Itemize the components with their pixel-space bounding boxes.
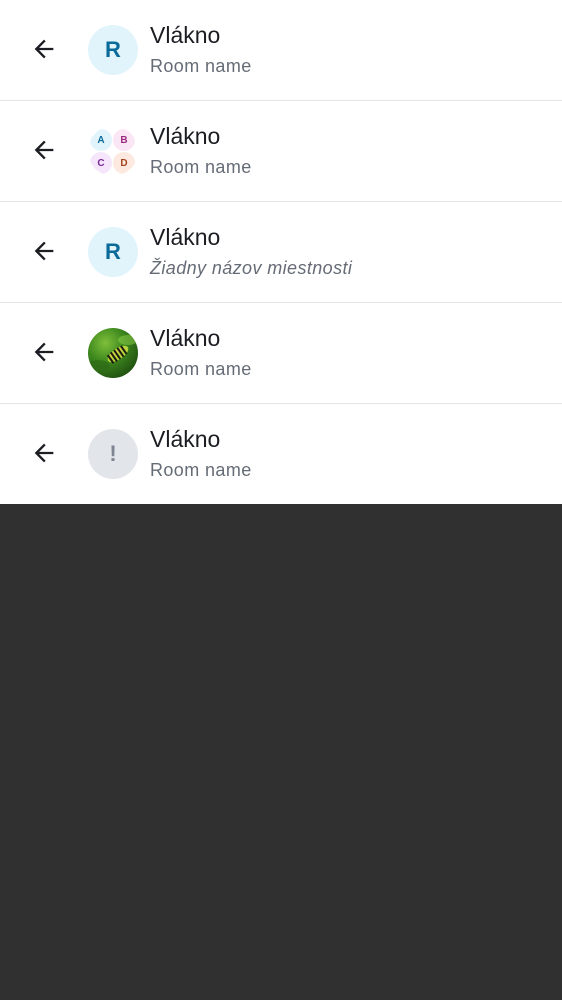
back-button[interactable] [26,435,62,471]
thread-header-row: ! Vlákno Room name [0,404,562,504]
room-name: Room name [150,359,252,379]
thread-title: Vlákno [150,224,221,250]
thread-title: Vlákno [150,22,221,48]
room-avatar-cluster: A B C D [88,126,138,176]
thread-header-list: R Vlákno Room name A B C D Vlákno Room n… [0,0,562,504]
empty-background [0,504,562,1000]
thread-header-row: A B C D Vlákno Room name [0,101,562,202]
arrow-left-icon [34,241,54,261]
avatar-letter: R [105,239,121,264]
room-avatar-image [88,328,138,378]
back-button[interactable] [26,132,62,168]
back-button[interactable] [26,334,62,370]
room-name: Room name [150,56,252,76]
cluster-avatar-a: A [90,129,112,151]
room-avatar: R [88,227,138,277]
cluster-avatar-b: B [113,129,135,151]
cluster-avatar-c: C [90,152,112,174]
thread-header-row: R Vlákno Room name [0,0,562,101]
thread-title: Vlákno [150,426,221,452]
room-name: Room name [150,460,252,480]
caterpillar-photo [88,328,138,378]
thread-header-row: Vlákno Room name [0,303,562,404]
arrow-left-icon [34,443,54,463]
arrow-left-icon [34,39,54,59]
thread-title: Vlákno [150,123,221,149]
thread-title: Vlákno [150,325,221,351]
back-button[interactable] [26,233,62,269]
error-icon: ! [109,441,117,466]
cluster-avatar-d: D [113,152,135,174]
no-room-name: Žiadny názov miestnosti [150,258,353,278]
thread-header-row: R Vlákno Žiadny názov miestnosti [0,202,562,303]
room-name: Room name [150,157,252,177]
arrow-left-icon [34,140,54,160]
room-avatar: R [88,25,138,75]
avatar-letter: R [105,37,121,62]
room-avatar-error: ! [88,429,138,479]
back-button[interactable] [26,31,62,67]
arrow-left-icon [34,342,54,362]
